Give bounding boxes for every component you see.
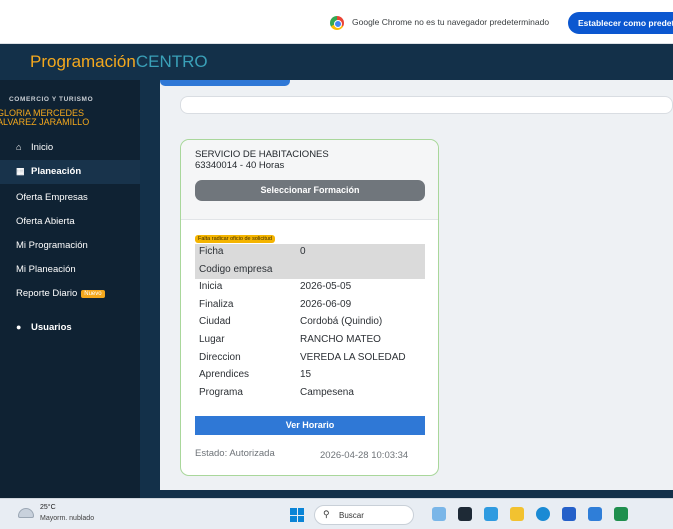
app-brand[interactable]: ProgramaciónCENTRO: [30, 52, 208, 72]
sidebar-item-mi-programacion[interactable]: Mi Programación: [0, 234, 140, 258]
sidebar-item-label: Mi Programación: [16, 240, 88, 251]
detail-value: Cordobá (Quindio): [300, 316, 383, 328]
detail-label: Programa: [199, 386, 243, 398]
sidebar-item-label: Usuarios: [31, 322, 72, 333]
search-icon: ⚲: [323, 509, 330, 519]
edge-browser-icon[interactable]: [536, 507, 550, 521]
detail-row-aprendices: Aprendices 15: [195, 367, 425, 385]
detail-label: Lugar: [199, 333, 225, 345]
taskbar-search-box[interactable]: ⚲ Buscar: [314, 505, 414, 525]
sidebar-item-inicio[interactable]: ⌂ Inicio: [0, 136, 140, 160]
course-card-header: SERVICIO DE HABITACIONES 63340014 - 40 H…: [181, 140, 438, 220]
warning-badge: Falta radicar oficio de solicitud: [195, 235, 275, 243]
select-formation-button[interactable]: Seleccionar Formación: [195, 180, 425, 201]
detail-row-inicia: Inicia 2026-05-05: [195, 279, 425, 297]
home-icon: ⌂: [16, 142, 22, 152]
windows-taskbar: 25°C Mayorm. nublado ⚲ Buscar: [0, 498, 673, 529]
sidebar-department: COMERCIO Y TURISMO: [9, 96, 94, 103]
sidebar-item-label: Planeación: [31, 166, 82, 177]
sidebar-item-label: Inicio: [31, 142, 54, 153]
sidebar-item-oferta-abierta[interactable]: Oferta Abierta: [0, 210, 140, 234]
detail-value: Campesena: [300, 386, 354, 398]
detail-row-direccion: Direccion VEREDA LA SOLEDAD: [195, 350, 425, 368]
detail-value: 0: [300, 246, 306, 257]
sidebar-item-mi-planeacion[interactable]: Mi Planeación: [0, 258, 140, 282]
teams-app-icon[interactable]: [484, 507, 498, 521]
detail-value: 2026-05-05: [300, 281, 352, 293]
brand-name: Programación: [30, 52, 136, 71]
detail-row-lugar: Lugar RANCHO MATEO: [195, 332, 425, 350]
task-view-icon[interactable]: [458, 507, 472, 521]
detail-row-programa: Programa Campesena: [195, 385, 425, 403]
status-datetime: 2026-04-28 10:03:34: [320, 450, 409, 461]
windows-start-icon[interactable]: [290, 508, 304, 522]
detail-value: 2026-06-09: [300, 298, 352, 310]
calendar-icon: ▦: [16, 166, 25, 176]
sidebar-item-planeacion[interactable]: ▦ Planeación: [0, 160, 140, 184]
sidebar-item-oferta-empresas[interactable]: Oferta Empresas: [0, 186, 140, 210]
user-name-line2: ALVAREZ JARAMILLO: [0, 117, 90, 127]
sidebar-item-label: Oferta Empresas: [16, 192, 88, 203]
course-card: SERVICIO DE HABITACIONES 63340014 - 40 H…: [180, 139, 439, 476]
sidebar-item-reporte-diario[interactable]: Reporte Diario Nuevo: [0, 282, 140, 306]
chrome-default-browser-bar: Google Chrome no es tu navegador predete…: [0, 0, 673, 44]
sidebar-item-label: Reporte Diario: [16, 288, 78, 299]
detail-label: Ficha: [199, 246, 224, 257]
detail-row-ficha: Ficha 0: [195, 244, 425, 262]
widgets-app-icon[interactable]: [432, 507, 446, 521]
status-text: Estado: Autorizada: [195, 448, 275, 459]
cloud-icon[interactable]: [18, 508, 34, 518]
detail-row-ciudad: Ciudad Cordobá (Quindio): [195, 314, 425, 332]
detail-label: Inicia: [199, 281, 223, 293]
detail-label: Aprendices: [199, 369, 250, 381]
course-code-hours: 63340014 - 40 Horas: [195, 160, 285, 171]
weather-condition[interactable]: Mayorm. nublado: [40, 515, 94, 522]
excel-app-icon[interactable]: [614, 507, 628, 521]
user-circle-icon: ●: [16, 322, 22, 332]
detail-label: Finaliza: [199, 298, 234, 310]
detail-label: Codigo empresa: [199, 263, 273, 275]
search-placeholder: Buscar: [339, 511, 364, 520]
detail-row-finaliza: Finaliza 2026-06-09: [195, 297, 425, 315]
sidebar-item-usuarios[interactable]: ● Usuarios: [0, 316, 140, 340]
detail-label: Ciudad: [199, 316, 231, 328]
top-action-button[interactable]: [160, 80, 290, 86]
sidebar-item-label: Mi Planeación: [16, 264, 76, 275]
weather-temperature[interactable]: 25°C: [40, 504, 56, 511]
filter-bar: [180, 96, 673, 114]
brand-suffix: CENTRO: [135, 52, 208, 71]
sidebar: COMERCIO Y TURISMO GLORIA MERCEDES ALVAR…: [0, 80, 140, 498]
app-header: ProgramaciónCENTRO: [0, 44, 673, 80]
course-details-table: Ficha 0 Codigo empresa Inicia 2026-05-05…: [195, 244, 425, 402]
chrome-logo-icon: [330, 16, 344, 30]
sidebar-item-label: Oferta Abierta: [16, 216, 75, 227]
view-schedule-button[interactable]: Ver Horario: [195, 416, 425, 435]
detail-value: VEREDA LA SOLEDAD: [300, 351, 406, 363]
new-badge: Nuevo: [81, 290, 105, 298]
detail-row-codigo-empresa: Codigo empresa: [195, 261, 425, 280]
chrome-message: Google Chrome no es tu navegador predete…: [352, 17, 550, 27]
store-app-icon[interactable]: [562, 507, 576, 521]
sidebar-user-name: GLORIA MERCEDES ALVAREZ JARAMILLO: [0, 109, 137, 127]
detail-value: RANCHO MATEO: [300, 333, 381, 345]
set-default-browser-button[interactable]: Establecer como predeterminado: [568, 12, 673, 34]
course-title: SERVICIO DE HABITACIONES: [195, 149, 329, 160]
file-explorer-icon[interactable]: [510, 507, 524, 521]
outlook-app-icon[interactable]: [588, 507, 602, 521]
detail-label: Direccion: [199, 351, 241, 363]
detail-value: 15: [300, 369, 312, 381]
